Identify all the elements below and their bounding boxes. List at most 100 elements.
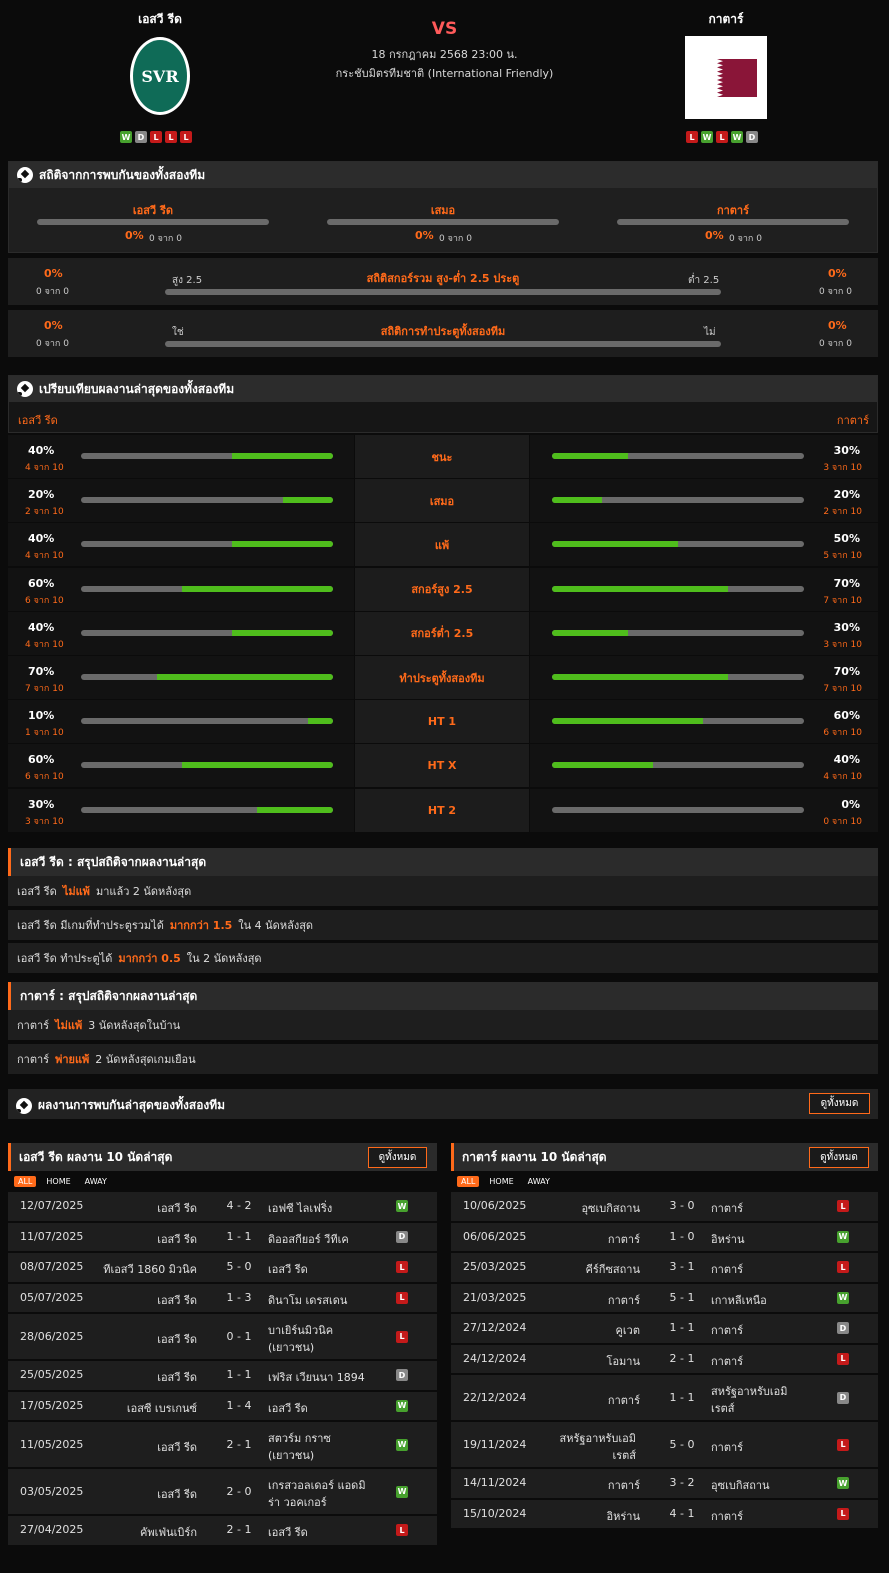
form-badge: D bbox=[746, 131, 758, 143]
compare-home-cell: 40% 4 จาก 10 bbox=[8, 611, 354, 655]
h2h-recent-title: ผลงานการพบกันล่าสุดของทั้งสองทีม bbox=[38, 1098, 226, 1112]
tab-home[interactable]: HOME bbox=[42, 1176, 74, 1187]
compare-home-pct: 20% bbox=[28, 488, 55, 502]
match-row[interactable]: 10/06/2025 อุซเบกิสถาน 3 - 0 กาตาร์ L bbox=[451, 1192, 878, 1221]
summary-highlight: พ่ายแพ้ bbox=[55, 1052, 90, 1066]
home-matches-view-all-button[interactable]: ดูทั้งหมด bbox=[368, 1147, 427, 1168]
match-away-team: กาตาร์ bbox=[711, 1509, 744, 1523]
compare-home-bar bbox=[81, 541, 333, 548]
compare-row: 20% 2 จาก 10 เสมอ 20% 2 จาก 10 bbox=[8, 479, 878, 523]
match-away-team: กาตาร์ bbox=[711, 1202, 744, 1216]
match-row[interactable]: 22/12/2024 กาตาร์ 1 - 1 สหรัฐอาหรับเอมิ เรตส… bbox=[451, 1375, 878, 1420]
match-row[interactable]: 19/11/2024 สหรัฐอาหรับเอมิ เรตส์ 5 - 0 กาตาร… bbox=[451, 1422, 878, 1467]
compare-home-sub: 4 จาก 10 bbox=[25, 463, 64, 473]
compare-home-bar bbox=[81, 718, 333, 725]
match-result-badge: W bbox=[837, 1291, 849, 1304]
match-row[interactable]: 12/07/2025 เอสวี รีด 4 - 2 เอฟซี ไลเฟริ่ง W bbox=[8, 1192, 437, 1221]
match-date: 08/07/2025 bbox=[20, 1260, 84, 1274]
match-result-badge: D bbox=[396, 1230, 408, 1243]
match-home-team: คูเวต bbox=[615, 1324, 640, 1338]
match-date: 28/06/2025 bbox=[20, 1329, 84, 1343]
match-home-team: กาตาร์ bbox=[607, 1232, 640, 1246]
compare-home-sub: 3 จาก 10 bbox=[25, 816, 64, 827]
match-row[interactable]: 25/05/2025 เอสวี รีด 1 - 1 เฟริส เวียนนา 18… bbox=[8, 1361, 437, 1390]
compare-away-bar-fill bbox=[552, 585, 729, 592]
match-score: 5 - 0 bbox=[669, 1437, 695, 1451]
summary-highlight: มากกว่า 1.5 bbox=[169, 918, 233, 932]
compare-away-pct: 60% bbox=[833, 709, 860, 723]
match-home-team: เอสวี รีด bbox=[157, 1371, 197, 1385]
match-row[interactable]: 25/03/2025 คีร์กีซสถาน 3 - 1 กาตาร์ L bbox=[451, 1253, 878, 1282]
match-row[interactable]: 06/06/2025 กาตาร์ 1 - 0 อิหร่าน W bbox=[451, 1222, 878, 1251]
summary-line: กาตาร์ พ่ายแพ้ 2 นัดหลังสุดเกมเยือน bbox=[8, 1043, 878, 1074]
match-away-team: เอสวี รีด bbox=[268, 1526, 308, 1540]
compare-home-bar-fill bbox=[232, 541, 333, 548]
compare-home-sub: 4 จาก 10 bbox=[25, 639, 64, 650]
h2h-col-label: กาตาร์ bbox=[716, 204, 750, 217]
compare-away-bar bbox=[552, 629, 804, 636]
compare-away-bar-fill bbox=[552, 629, 628, 636]
form-badge: L bbox=[150, 131, 162, 143]
compare-row-label: HT X bbox=[355, 744, 529, 788]
h2h-col-pct: 0% bbox=[705, 229, 724, 242]
match-home-team: โอมาน bbox=[606, 1354, 640, 1368]
match-home-team: เอสวี รีด bbox=[157, 1232, 197, 1246]
match-row[interactable]: 24/12/2024 โอมาน 2 - 1 กาตาร์ L bbox=[451, 1344, 878, 1373]
compare-row-label: HT 2 bbox=[355, 788, 529, 832]
match-away-team: เกรสวอลเดอร์ แอดมิ ร่า วอคเกอร์ bbox=[268, 1478, 366, 1509]
summary-text: 2 นัดหลังสุดเกมเยือน bbox=[95, 1052, 196, 1066]
match-row[interactable]: 11/07/2025 เอสวี รีด 1 - 1 ดิออสกียอร์ วีที… bbox=[8, 1222, 437, 1251]
compare-away-cell: 70% 7 จาก 10 bbox=[530, 656, 878, 699]
match-row[interactable]: 27/04/2025 คัพเฟ่นเบิร์ก 2 - 1 เอสวี รีด L bbox=[8, 1516, 437, 1545]
h2h-col-pct: 0% bbox=[125, 229, 144, 242]
summary-text: ใน 4 นัดหลังสุด bbox=[238, 918, 314, 932]
compare-home-sub: 1 จาก 10 bbox=[25, 728, 64, 739]
summary-text: เอสวี รีด มีเกมที่ทำประตูรวมได้ bbox=[17, 918, 164, 932]
match-row[interactable]: 15/10/2024 อิหร่าน 4 - 1 กาตาร์ L bbox=[451, 1499, 878, 1528]
match-result-badge: W bbox=[396, 1399, 408, 1412]
match-away-team: เฟริส เวียนนา 1894 bbox=[268, 1371, 365, 1385]
match-home-team: คัพเฟ่นเบิร์ก bbox=[140, 1526, 197, 1540]
compare-away-cell: 30% 3 จาก 10 bbox=[530, 611, 878, 655]
h2h-col-label: เสมอ bbox=[430, 204, 456, 217]
match-result-badge: L bbox=[837, 1352, 849, 1365]
match-row[interactable]: 17/05/2025 เอสซี เบรเกนซ์ 1 - 4 เอสวี รีด W bbox=[8, 1391, 437, 1420]
match-row[interactable]: 14/11/2024 กาตาร์ 3 - 2 อุซเบกิสถาน W bbox=[451, 1469, 878, 1498]
match-score: 1 - 1 bbox=[669, 1321, 695, 1335]
match-row[interactable]: 27/12/2024 คูเวต 1 - 1 กาตาร์ D bbox=[451, 1314, 878, 1343]
away-team-flag[interactable] bbox=[685, 36, 767, 119]
away-matches-view-all-button[interactable]: ดูทั้งหมด bbox=[809, 1147, 869, 1168]
tab-home[interactable]: HOME bbox=[485, 1176, 517, 1187]
match-row[interactable]: 05/07/2025 เอสวี รีด 1 - 3 ดินาโม เดรสเดน L bbox=[8, 1283, 437, 1312]
away-form-badges: LWLWD bbox=[686, 131, 758, 143]
match-row[interactable]: 28/06/2025 เอสวี รีด 0 - 1 บาเยิร์นมิวนิค (เ… bbox=[8, 1314, 437, 1359]
compare-home-cell: 60% 6 จาก 10 bbox=[8, 744, 354, 788]
compare-away-sub: 7 จาก 10 bbox=[823, 684, 862, 694]
tab-away[interactable]: AWAY bbox=[81, 1176, 111, 1187]
summary-text: 3 นัดหลังสุดในบ้าน bbox=[88, 1019, 181, 1032]
compare-away-pct: 40% bbox=[833, 753, 860, 767]
form-badge: W bbox=[120, 131, 132, 143]
away-team-name[interactable]: กาตาร์ bbox=[646, 10, 806, 29]
match-home-team: เอสวี รีด bbox=[157, 1487, 197, 1501]
match-row[interactable]: 11/05/2025 เอสวี รีด 2 - 1 สตวร์ม กราซ (เยาว… bbox=[8, 1422, 437, 1467]
match-result-badge: W bbox=[396, 1200, 408, 1213]
form-badge: L bbox=[716, 131, 728, 143]
match-row[interactable]: 03/05/2025 เอสวี รีด 2 - 0 เกรสวอลเดอร์ แอด… bbox=[8, 1469, 437, 1514]
match-row[interactable]: 08/07/2025 ทีเอสวี 1860 มิวนิค 5 - 0 เอสวี … bbox=[8, 1253, 437, 1282]
compare-away-bar bbox=[552, 718, 804, 725]
compare-home-bar-fill bbox=[282, 497, 333, 504]
compare-away-label: กาตาร์ bbox=[836, 414, 869, 427]
match-home-team: อุซเบกิสถาน bbox=[581, 1202, 640, 1216]
tab-all[interactable]: ALL bbox=[457, 1175, 480, 1187]
tab-away[interactable]: AWAY bbox=[524, 1176, 554, 1187]
match-row[interactable]: 21/03/2025 กาตาร์ 5 - 1 เกาหลีเหนือ W bbox=[451, 1283, 878, 1312]
match-result-badge: W bbox=[396, 1438, 408, 1451]
h2h-view-all-button[interactable]: ดูทั้งหมด bbox=[809, 1093, 870, 1114]
compare-away-bar bbox=[552, 497, 804, 504]
h2h-col-sub: 0 จาก 0 bbox=[439, 234, 472, 244]
tab-all[interactable]: ALL bbox=[14, 1175, 37, 1187]
compare-away-sub: 3 จาก 10 bbox=[823, 639, 862, 650]
match-home-team: กาตาร์ bbox=[607, 1293, 640, 1307]
compare-away-cell: 20% 2 จาก 10 bbox=[530, 479, 878, 523]
